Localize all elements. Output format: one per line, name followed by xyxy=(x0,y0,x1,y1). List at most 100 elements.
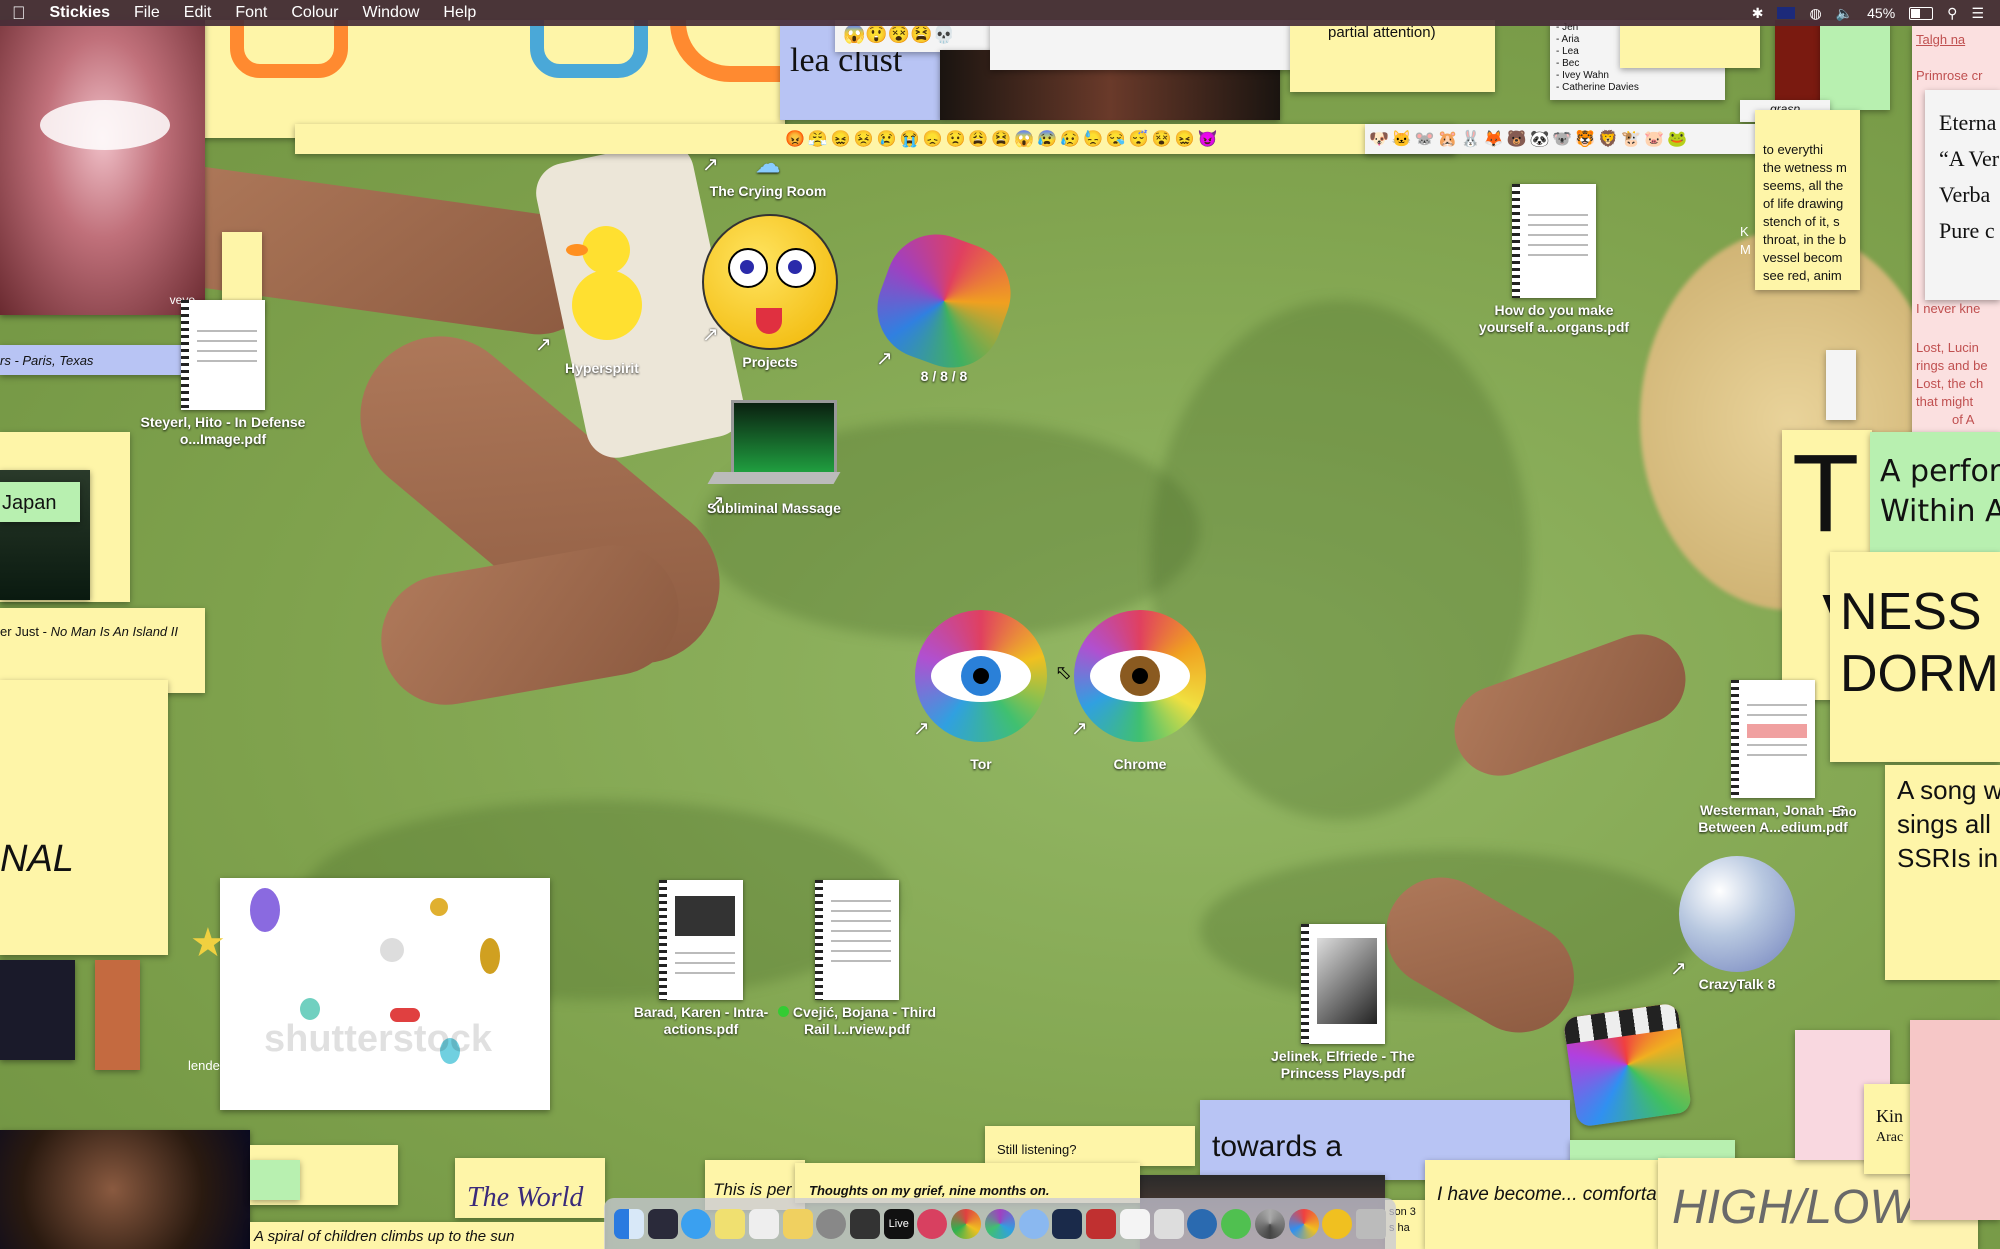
sticky-text-line: sings all xyxy=(1897,809,1991,839)
desktop-icon-chrome[interactable]: Chrome xyxy=(1055,610,1225,773)
pdf-document-icon xyxy=(815,880,899,1000)
sticky-perform[interactable]: A perfor Within A xyxy=(1870,432,2000,552)
sticky-emoji-strip[interactable]: 😡😤😖😣😢😭😞😟😩😫😱😰😥😓😪😴😵😖😈 xyxy=(295,124,1455,154)
smiley-icon[interactable] xyxy=(1322,1208,1353,1239)
sticky-right-pink-small[interactable] xyxy=(1826,350,1856,420)
trash-icon[interactable] xyxy=(1356,1208,1387,1239)
volume-icon[interactable]: 🔈 xyxy=(1836,5,1853,22)
apple-menu-icon[interactable]:  xyxy=(0,0,38,26)
sticky-blank-top[interactable] xyxy=(990,20,1320,70)
sticky-japan[interactable]: Japan xyxy=(0,482,80,522)
sticky-top-left-banner[interactable] xyxy=(200,20,785,138)
sticky-pink-edge[interactable] xyxy=(1910,1020,2000,1220)
battery-icon[interactable] xyxy=(1909,6,1934,20)
textedit-icon[interactable] xyxy=(1119,1208,1150,1239)
sticky-text-line: of life drawing xyxy=(1763,196,1844,211)
sticky-text-line: Kin xyxy=(1876,1106,1903,1126)
pinwheel-icon[interactable] xyxy=(1288,1208,1319,1239)
notification-center-icon[interactable]: ☰ xyxy=(1971,5,1984,22)
menu-colour[interactable]: Colour xyxy=(279,0,350,26)
safari-icon[interactable] xyxy=(1018,1208,1049,1239)
desktop-icon-crazytalk[interactable]: CrazyTalk 8 xyxy=(1652,856,1822,993)
sticky-text: partial attention) xyxy=(1328,24,1436,41)
live-icon[interactable]: Live xyxy=(883,1208,914,1239)
battery-percent[interactable]: 45% xyxy=(1867,5,1895,21)
sticky-wetness[interactable]: to everythi the wetness m seems, all the… xyxy=(1755,110,1860,290)
sticky-partial-attention[interactable]: partial attention) xyxy=(1290,20,1495,92)
sticky-thoughts-grief[interactable]: Thoughts on my grief, nine months on. xyxy=(795,1163,1140,1203)
photo-booth-icon[interactable] xyxy=(1086,1208,1117,1239)
sticky-blender[interactable]: ★ lende xyxy=(140,890,230,1080)
icon-label: CrazyTalk 8 xyxy=(1698,976,1776,992)
sticky-i-have-become[interactable]: I have become... comforta xyxy=(1425,1160,1665,1249)
flag-icon[interactable] xyxy=(1777,7,1796,19)
spotlight-search-icon[interactable]: ⚲ xyxy=(1947,5,1957,22)
notes-icon[interactable] xyxy=(782,1208,813,1239)
sticky-text-line: NESS xyxy=(1840,583,1982,641)
sticky-text: A spiral of children climbs up to the su… xyxy=(254,1228,515,1245)
eye-icon[interactable] xyxy=(917,1208,948,1239)
sticky-animal-emoji[interactable]: 🐶🐱🐭🐹🐰🦊🐻🐼🐨🐯🦁🐮🐷🐸 xyxy=(1365,124,1765,154)
sticky-text-line: M xyxy=(1740,242,1751,257)
icon-label: Barad, Karen - Intra-actions.pdf xyxy=(633,1004,769,1037)
name-item: - Ivey Wahn xyxy=(1556,70,1609,81)
sticky-eterna[interactable]: Eterna “A Ver Verba Pure c xyxy=(1925,90,2000,300)
finder-icon[interactable] xyxy=(613,1208,644,1239)
sticky-green-top-right[interactable] xyxy=(1820,20,1890,110)
menu-file[interactable]: File xyxy=(122,0,172,26)
messages-icon[interactable] xyxy=(681,1208,712,1239)
preview-icon[interactable] xyxy=(748,1208,779,1239)
wifi-icon[interactable]: ◍ xyxy=(1809,5,1821,22)
desktop-icon-jelinek[interactable]: Jelinek, Elfriede - The Princess Plays.p… xyxy=(1258,924,1428,1082)
script-icon[interactable] xyxy=(1153,1208,1184,1239)
desktop-icon-projects[interactable]: Projects xyxy=(685,214,855,371)
sticky-bottom-green[interactable] xyxy=(250,1160,300,1200)
name-item: - Bec xyxy=(1556,58,1580,69)
desktop-icon-how-do-you-make[interactable]: How do you make yourself a...organs.pdf xyxy=(1469,184,1639,336)
screen-icon[interactable] xyxy=(1052,1208,1083,1239)
chrome-icon[interactable] xyxy=(951,1208,982,1239)
pdf-document-icon xyxy=(659,880,743,1000)
bluetooth-icon[interactable]: ✱ xyxy=(1752,5,1764,22)
menu-help[interactable]: Help xyxy=(431,0,488,26)
sticky-text-line: DORM xyxy=(1840,645,1999,703)
sticky-the-world[interactable]: The World xyxy=(455,1158,605,1218)
pdf-document-icon xyxy=(1512,184,1596,298)
sticky-text-line: Eterna xyxy=(1939,110,1997,135)
menu-font[interactable]: Font xyxy=(223,0,279,26)
icon-label: Jelinek, Elfriede - The Princess Plays.p… xyxy=(1271,1048,1415,1081)
sticky-spiral-children[interactable]: A spiral of children climbs up to the su… xyxy=(250,1222,605,1249)
tor-icon[interactable] xyxy=(984,1208,1015,1239)
proxy-icon[interactable] xyxy=(1187,1208,1218,1239)
menu-window[interactable]: Window xyxy=(351,0,432,26)
desktop-icon-tor[interactable]: Tor xyxy=(896,610,1066,773)
photo-small-dark xyxy=(0,960,75,1060)
creative-cloud-icon[interactable] xyxy=(1221,1208,1252,1239)
desktop-icon-barad[interactable]: Barad, Karen - Intra-actions.pdf xyxy=(616,880,786,1038)
system-preferences-icon[interactable] xyxy=(816,1208,847,1239)
desktop-icon-cvejic[interactable]: Cvejić, Bojana - Third Rail I...rview.pd… xyxy=(772,880,942,1038)
green-tag-icon xyxy=(777,1006,789,1017)
sticky-text: Thoughts on my grief, nine months on. xyxy=(809,1183,1050,1198)
photo-pavarotti xyxy=(0,1130,250,1249)
clapper-icon[interactable] xyxy=(850,1208,880,1239)
desktop-icon-steyerl[interactable]: Steyerl, Hito - In Defense o...Image.pdf xyxy=(138,300,308,448)
name-item: - Catherine Davies xyxy=(1556,82,1639,93)
menu-edit[interactable]: Edit xyxy=(172,0,224,26)
icon-label: The Crying Room xyxy=(709,183,827,199)
sticky-still-listening[interactable]: Still listening? xyxy=(985,1126,1195,1166)
app-menu-stickies[interactable]: Stickies xyxy=(38,0,122,26)
sticky-km[interactable]: K M xyxy=(1730,222,1755,262)
final-cut-icon[interactable] xyxy=(1562,1002,1693,1128)
sticky-text: HIGH/LOW xyxy=(1672,1181,1915,1234)
sticky-text-line: throat, in the b xyxy=(1763,232,1847,247)
sticky-pink-left[interactable] xyxy=(95,960,140,1070)
sticky-top-yellow-right[interactable] xyxy=(1620,20,1760,68)
icon-label: Steyerl, Hito - In Defense o...Image.pdf xyxy=(140,414,306,447)
stickies-icon[interactable] xyxy=(715,1208,746,1239)
spiral-icon[interactable] xyxy=(1254,1208,1285,1239)
sticky-song[interactable]: A song w sings all SSRIs in xyxy=(1885,765,2000,980)
emoji-strip-icon: 😡😤😖😣😢😭😞😟😩😫😱😰😥😓😪😴😵😖😈 xyxy=(785,131,1221,148)
icon-label-text: Cvejić, Bojana - Third Rail I...rview.pd… xyxy=(792,1004,937,1037)
mission-control-icon[interactable] xyxy=(647,1208,678,1239)
